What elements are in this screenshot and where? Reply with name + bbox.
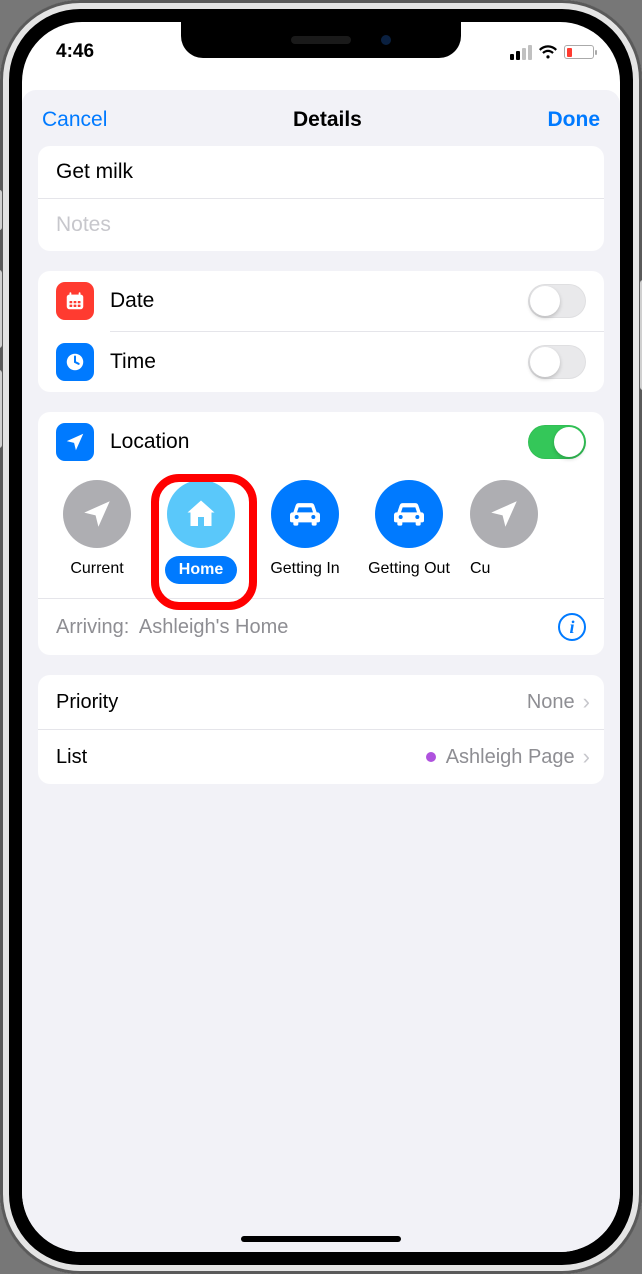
car-icon — [375, 480, 443, 548]
list-color-dot-icon — [426, 752, 436, 762]
location-option-custom[interactable]: Cu — [470, 480, 538, 578]
navigate-icon — [470, 480, 538, 548]
list-value: Ashleigh Page — [426, 746, 575, 769]
wifi-icon — [538, 45, 558, 60]
location-option-label: Getting In — [270, 560, 339, 578]
arriving-prefix: Arriving: — [56, 616, 129, 639]
arriving-value: Ashleigh's Home — [133, 616, 558, 639]
location-option-home[interactable]: Home — [158, 480, 244, 584]
done-button[interactable]: Done — [548, 108, 601, 132]
car-icon — [271, 480, 339, 548]
details-sheet: Cancel Details Done Get milk Notes Dat — [22, 90, 620, 1252]
arriving-row[interactable]: Arriving: Ashleigh's Home i — [38, 598, 604, 655]
priority-value: None — [527, 691, 575, 714]
priority-label: Priority — [56, 691, 527, 714]
time-toggle[interactable] — [528, 345, 586, 379]
nav-bar: Cancel Details Done — [22, 90, 620, 146]
location-option-label: Current — [70, 560, 123, 578]
location-label: Location — [110, 430, 512, 454]
cancel-button[interactable]: Cancel — [42, 108, 107, 132]
location-option-getting-out[interactable]: Getting Out — [366, 480, 452, 578]
cellular-signal-icon — [510, 45, 532, 60]
time-label: Time — [110, 350, 512, 374]
status-time: 4:46 — [56, 41, 94, 63]
datetime-card: Date Time — [38, 271, 604, 392]
location-card: Location Current — [38, 412, 604, 655]
date-label: Date — [110, 289, 512, 313]
home-indicator[interactable] — [241, 1236, 401, 1242]
list-label: List — [56, 746, 426, 769]
location-option-getting-in[interactable]: Getting In — [262, 480, 348, 578]
location-option-label: Getting Out — [368, 560, 450, 578]
info-icon[interactable]: i — [558, 613, 586, 641]
calendar-icon — [56, 282, 94, 320]
house-icon — [167, 480, 235, 548]
location-option-label: Home — [165, 556, 237, 584]
navigate-icon — [63, 480, 131, 548]
location-option-current[interactable]: Current — [54, 480, 140, 578]
battery-icon — [564, 45, 594, 59]
location-option-label: Cu — [470, 560, 490, 578]
priority-list-card: Priority None › List Ashleigh Page › — [38, 675, 604, 784]
time-row[interactable]: Time — [38, 332, 604, 392]
date-row[interactable]: Date — [38, 271, 604, 331]
priority-row[interactable]: Priority None › — [38, 675, 604, 729]
status-right — [510, 45, 594, 60]
location-options-scroll[interactable]: Current Home Getting In — [38, 472, 604, 598]
location-toggle[interactable] — [528, 425, 586, 459]
page-title: Details — [293, 108, 362, 132]
title-card: Get milk Notes — [38, 146, 604, 251]
title-field[interactable]: Get milk — [38, 146, 604, 199]
list-row[interactable]: List Ashleigh Page › — [38, 729, 604, 784]
chevron-right-icon: › — [583, 744, 590, 770]
location-arrow-icon — [56, 423, 94, 461]
clock-icon — [56, 343, 94, 381]
chevron-right-icon: › — [583, 689, 590, 715]
date-toggle[interactable] — [528, 284, 586, 318]
notes-field[interactable]: Notes — [38, 199, 604, 251]
location-row[interactable]: Location — [38, 412, 604, 472]
